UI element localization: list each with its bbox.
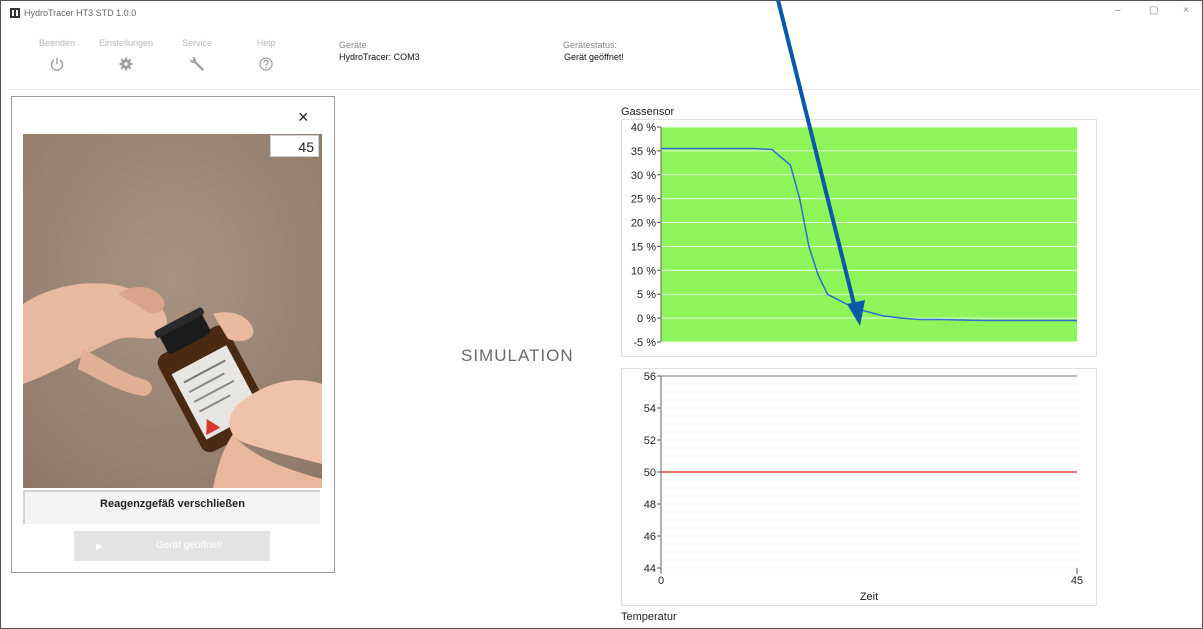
- temp-x-axis-label: Zeit: [860, 591, 878, 603]
- beenden-button[interactable]: Beenden: [27, 38, 87, 72]
- temp-y-tick-label: 46: [644, 531, 656, 543]
- gas-y-tick-label: 30 %: [631, 170, 656, 182]
- help-label: Help: [256, 38, 276, 48]
- play-icon: ▶: [96, 541, 103, 551]
- power-icon: [50, 58, 64, 71]
- maximize-button[interactable]: ▢: [1149, 5, 1158, 16]
- help-icon: [259, 57, 273, 71]
- instruction-photo: [23, 134, 322, 488]
- device-status-label: Gerätestatus:: [563, 40, 618, 50]
- temperature-chart: 56 54 52 50 48 46 440 45 Zeit: [644, 371, 1083, 603]
- gas-chart-title: Gassensor: [621, 106, 675, 118]
- instruction-text: Reagenzgefäß verschließen: [23, 490, 320, 524]
- simulation-label: SIMULATION: [461, 346, 574, 365]
- service-button[interactable]: Service: [167, 38, 227, 72]
- app-icon: [10, 8, 20, 18]
- device-opened-button[interactable]: ▶ Gerät geöffnet!: [74, 531, 270, 561]
- temp-chart-title: Temperatur: [621, 611, 677, 623]
- gas-y-tick-label: 25 %: [631, 194, 656, 206]
- gas-y-tick-label: 40 %: [631, 122, 656, 134]
- wrench-icon: [189, 56, 204, 71]
- gas-y-tick-label: 15 %: [631, 241, 656, 253]
- gas-sensor-chart: 40 % 35 % 30 % 25 % 20 % 15 % 10 % 5 % 0 % -5 %: [631, 122, 1077, 349]
- device-opened-label: Gerät geöffnet!: [156, 540, 223, 551]
- gear-icon: [119, 57, 133, 71]
- temp-y-tick-label: 48: [644, 499, 656, 511]
- gas-y-tick-label: 10 %: [631, 265, 656, 277]
- gas-y-tick-label: -5 %: [633, 337, 656, 349]
- gas-y-tick-label: 20 %: [631, 218, 656, 230]
- devices-label: Geräte: [339, 40, 367, 50]
- window-title: HydroTracer HT3 STD 1.0.0: [24, 8, 137, 18]
- temp-x-tick-label: 45: [1071, 575, 1083, 587]
- countdown-counter: 45: [270, 135, 319, 157]
- temp-y-tick-label: 44: [644, 563, 656, 575]
- gas-y-tick-label: 35 %: [631, 146, 656, 158]
- instruction-panel: × 45 Reagenzgefäß verschließen ▶ Gerät g…: [11, 96, 335, 573]
- einstellungen-button[interactable]: Einstellungen: [96, 38, 156, 72]
- close-panel-button[interactable]: ×: [298, 107, 309, 128]
- title-bar: HydroTracer HT3 STD 1.0.0 – ▢ ×: [0, 0, 1203, 28]
- temp-y-tick-label: 50: [644, 467, 656, 479]
- gas-y-tick-label: 0 %: [637, 313, 656, 325]
- help-button[interactable]: Help: [236, 38, 296, 72]
- gas-plot-area: [661, 127, 1077, 342]
- temp-y-tick-label: 56: [644, 371, 656, 383]
- close-window-button[interactable]: ×: [1183, 5, 1189, 16]
- devices-value: HydroTracer: COM3: [339, 52, 420, 62]
- temp-y-tick-label: 52: [644, 435, 656, 447]
- minimize-button[interactable]: –: [1115, 5, 1121, 16]
- header-divider: [8, 89, 1200, 90]
- einstellungen-label: Einstellungen: [98, 38, 154, 48]
- service-label: Service: [181, 38, 212, 48]
- temp-x-tick-label: 0: [658, 575, 664, 587]
- temp-y-tick-label: 54: [644, 403, 656, 415]
- beenden-label: Beenden: [38, 38, 76, 48]
- device-status-value: Gerät geöffnet!: [564, 52, 624, 62]
- bottle-closing-illustration: [23, 134, 322, 488]
- gas-y-tick-label: 5 %: [637, 289, 656, 301]
